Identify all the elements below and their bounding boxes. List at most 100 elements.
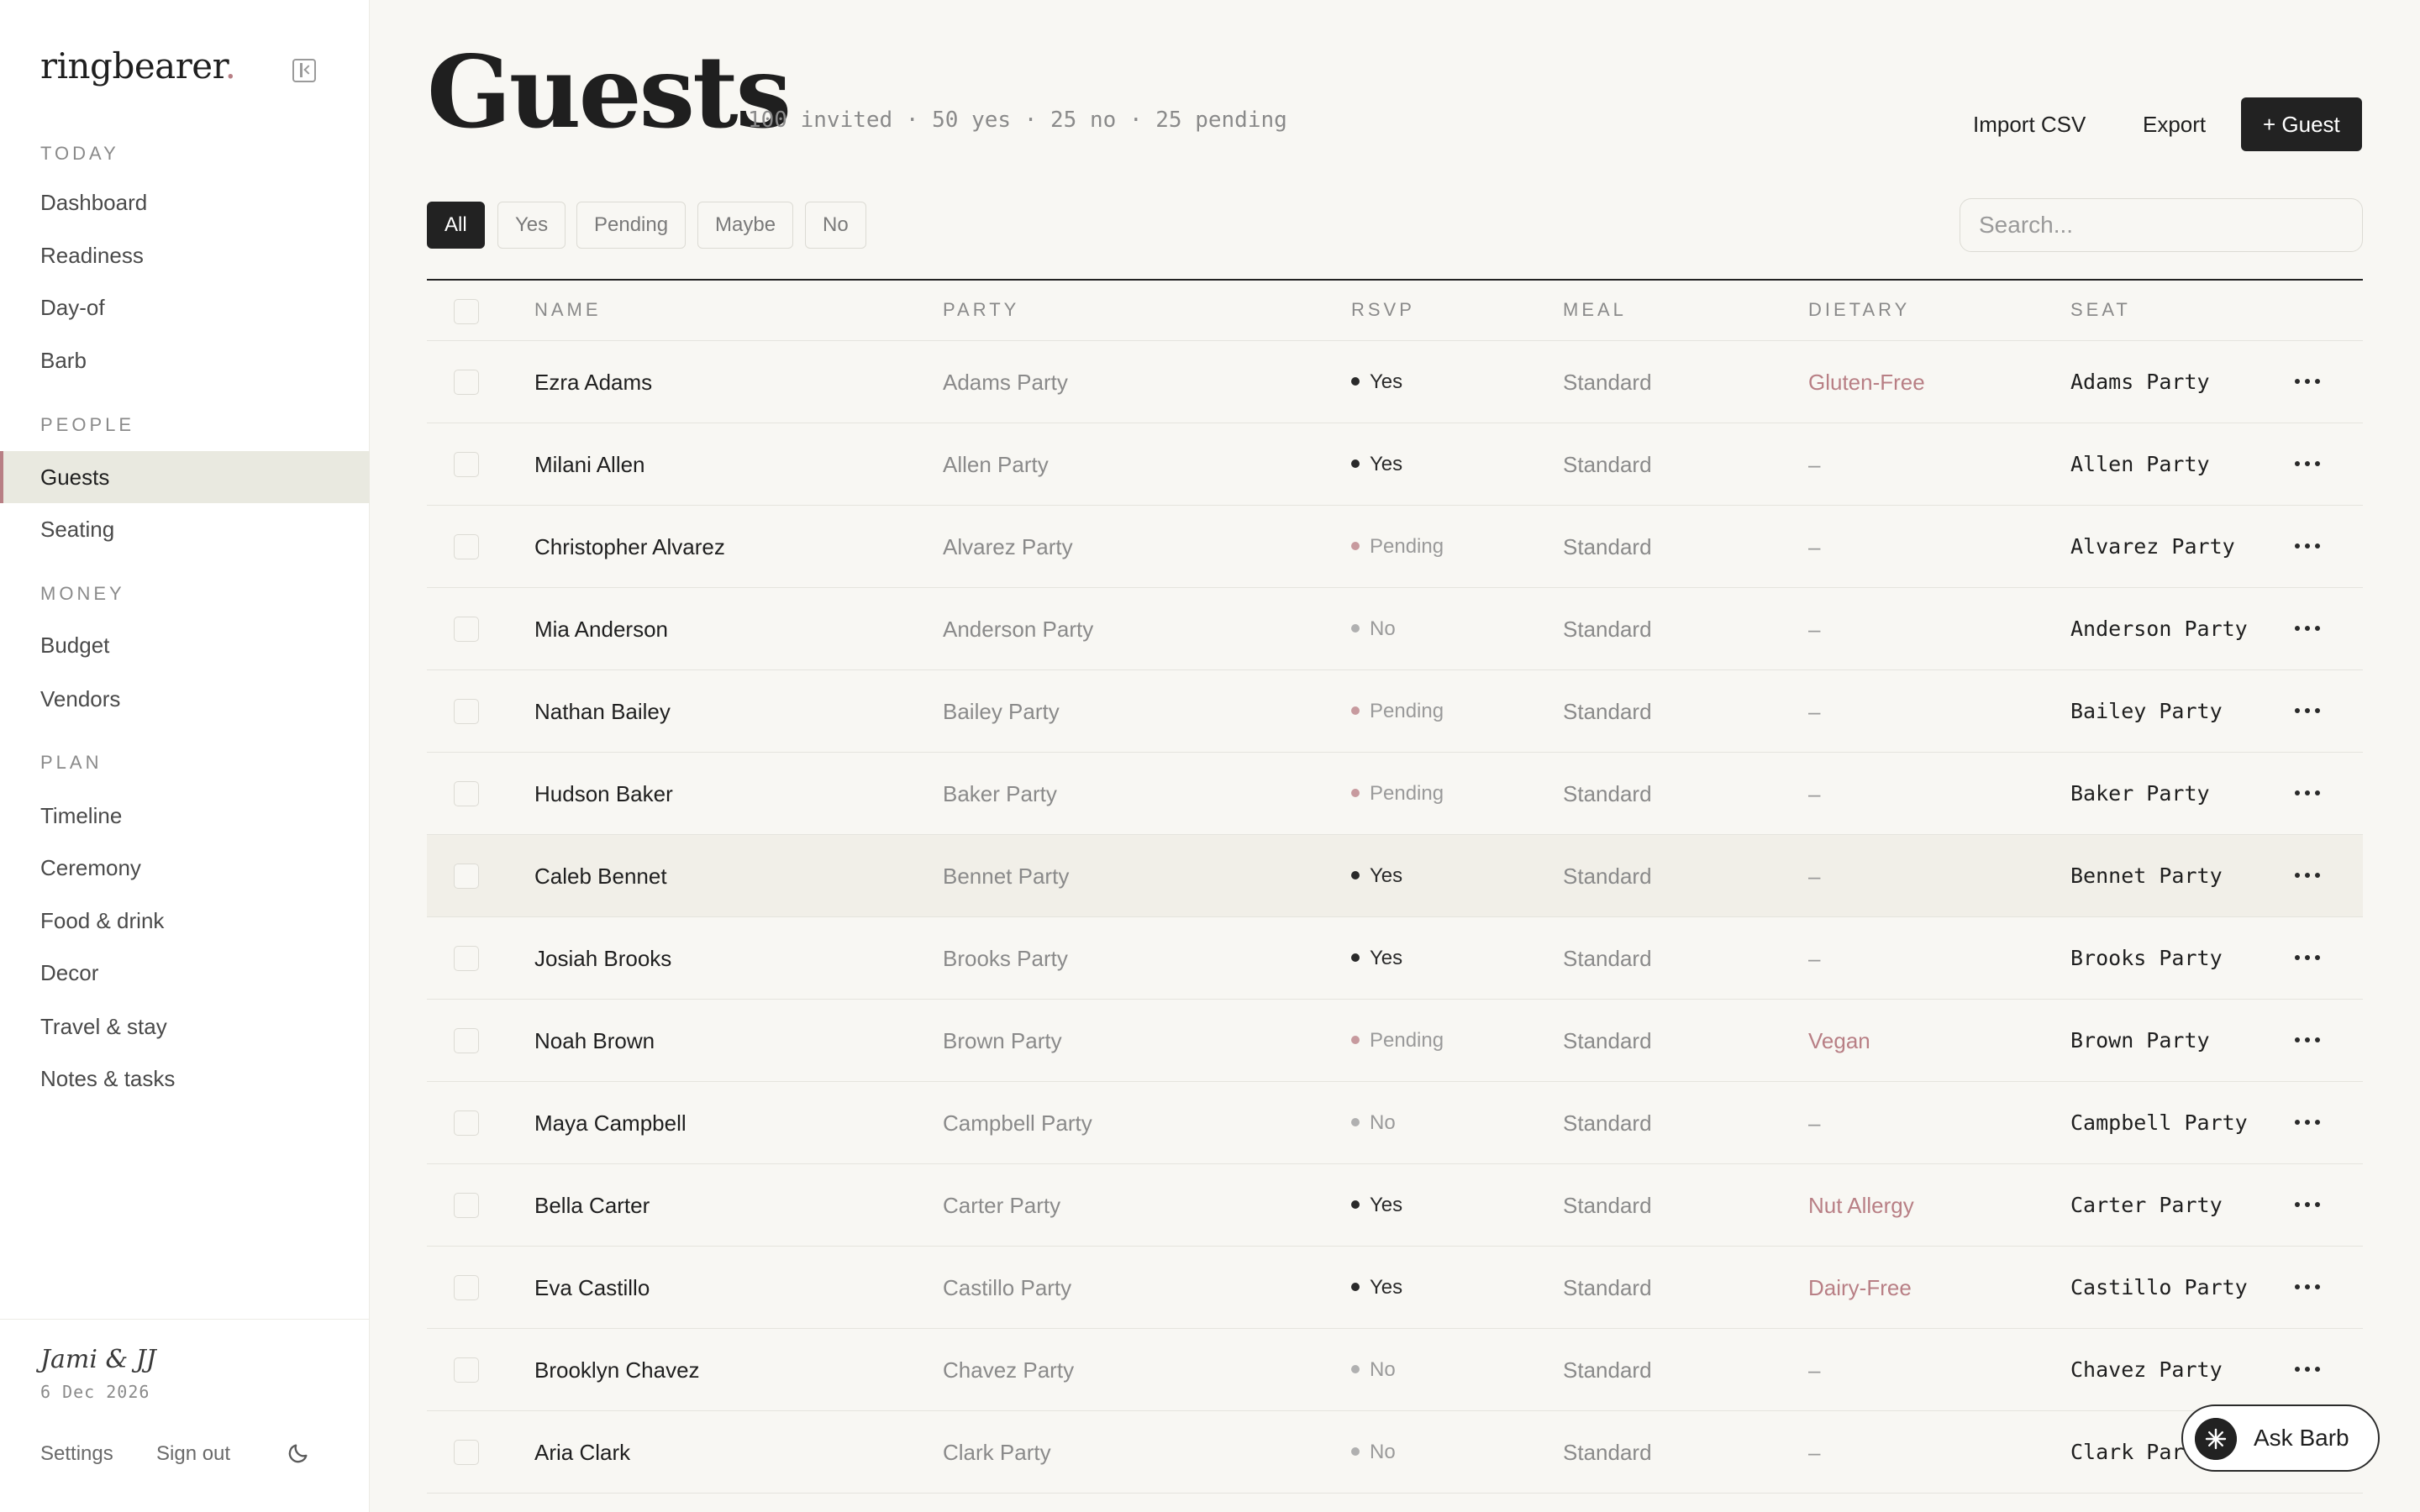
guest-name[interactable]: Ezra Adams <box>534 341 652 423</box>
row-checkbox[interactable] <box>454 1357 479 1383</box>
row-checkbox[interactable] <box>454 534 479 559</box>
settings-link[interactable]: Settings <box>40 1442 113 1466</box>
table-row[interactable]: Eva Castillo Castillo Party Yes Standard Dai… <box>427 1247 2363 1329</box>
sidebar-item-dashboard[interactable]: Dashboard <box>0 176 370 228</box>
table-row[interactable]: Christopher Alvarez Alvarez Party Pending S… <box>427 506 2363 588</box>
row-checkbox[interactable] <box>454 781 479 806</box>
column-header-meal[interactable]: MEAL <box>1563 299 1627 321</box>
more-horizontal-icon[interactable] <box>2295 1120 2320 1126</box>
row-checkbox[interactable] <box>454 370 479 395</box>
rsvp-status[interactable]: Yes <box>1351 835 1402 917</box>
row-checkbox[interactable] <box>454 617 479 642</box>
guest-name[interactable]: Aria Clark <box>534 1411 630 1494</box>
more-horizontal-icon[interactable] <box>2295 955 2320 962</box>
filter-all[interactable]: All <box>427 202 485 249</box>
rsvp-status[interactable]: Pending <box>1351 506 1444 588</box>
column-header-name[interactable]: NAME <box>534 299 602 321</box>
rsvp-status[interactable]: Pending <box>1351 670 1444 753</box>
import-csv-button[interactable]: Import CSV <box>1949 97 2109 151</box>
row-checkbox[interactable] <box>454 699 479 724</box>
rsvp-status[interactable]: No <box>1351 588 1396 670</box>
row-checkbox[interactable] <box>454 1440 479 1465</box>
filter-pending[interactable]: Pending <box>576 202 687 249</box>
sidebar-item-timeline[interactable]: Timeline <box>0 790 370 842</box>
sign-out-link[interactable]: Sign out <box>156 1442 230 1466</box>
more-horizontal-icon[interactable] <box>2295 790 2320 797</box>
rsvp-status[interactable]: Yes <box>1351 1247 1402 1329</box>
search-input[interactable] <box>1960 198 2363 252</box>
row-checkbox[interactable] <box>454 864 479 889</box>
export-button[interactable]: Export <box>2119 97 2229 151</box>
sidebar-item-travel-stay[interactable]: Travel & stay <box>0 1000 370 1053</box>
sidebar-collapse-icon[interactable] <box>292 59 316 82</box>
select-all-checkbox[interactable] <box>454 299 479 324</box>
column-header-rsvp[interactable]: RSVP <box>1351 299 1415 321</box>
table-row[interactable]: Mia Anderson Anderson Party No Standard – And… <box>427 588 2363 670</box>
rsvp-status[interactable]: Yes <box>1351 1164 1402 1247</box>
guest-name[interactable]: Mia Anderson <box>534 588 668 670</box>
rsvp-status[interactable]: Yes <box>1351 341 1402 423</box>
guest-name[interactable]: Bella Carter <box>534 1164 650 1247</box>
table-row[interactable]: Ezra Adams Adams Party Yes Standard Gluten-F… <box>427 341 2363 423</box>
row-checkbox[interactable] <box>454 452 479 477</box>
table-row[interactable]: Aria Clark Clark Party No Standard – Clark Pa… <box>427 1411 2363 1494</box>
more-horizontal-icon[interactable] <box>2295 1284 2320 1291</box>
sidebar-item-seating[interactable]: Seating <box>0 503 370 555</box>
more-horizontal-icon[interactable] <box>2295 543 2320 550</box>
more-horizontal-icon[interactable] <box>2295 1202 2320 1209</box>
column-header-dietary[interactable]: DIETARY <box>1808 299 1910 321</box>
column-header-seat[interactable]: SEAT <box>2070 299 2131 321</box>
add-guest-button[interactable]: + Guest <box>2241 97 2362 151</box>
guest-name[interactable]: Milani Allen <box>534 423 645 506</box>
sidebar-item-guests[interactable]: Guests <box>0 451 370 503</box>
row-checkbox[interactable] <box>454 946 479 971</box>
rsvp-status[interactable]: Pending <box>1351 753 1444 835</box>
ask-barb-button[interactable]: Ask Barb <box>2181 1404 2380 1472</box>
more-horizontal-icon[interactable] <box>2295 379 2320 386</box>
rsvp-status[interactable]: Pending <box>1351 1000 1444 1082</box>
filter-yes[interactable]: Yes <box>497 202 566 249</box>
sidebar-item-barb[interactable]: Barb <box>0 334 370 386</box>
filter-maybe[interactable]: Maybe <box>697 202 794 249</box>
table-row[interactable]: Noah Brown Brown Party Pending Standard Vega… <box>427 1000 2363 1082</box>
row-checkbox[interactable] <box>454 1193 479 1218</box>
more-horizontal-icon[interactable] <box>2295 1367 2320 1373</box>
more-horizontal-icon[interactable] <box>2295 708 2320 715</box>
sidebar-item-ceremony[interactable]: Ceremony <box>0 842 370 894</box>
more-horizontal-icon[interactable] <box>2295 626 2320 633</box>
sidebar-item-food-drink[interactable]: Food & drink <box>0 895 370 947</box>
guest-name[interactable]: Noah Brown <box>534 1000 655 1082</box>
sidebar-item-day-of[interactable]: Day-of <box>0 281 370 333</box>
rsvp-status[interactable]: Yes <box>1351 423 1402 506</box>
row-checkbox[interactable] <box>454 1110 479 1136</box>
sidebar-item-readiness[interactable]: Readiness <box>0 229 370 281</box>
guest-name[interactable]: Caleb Bennet <box>534 835 667 917</box>
table-row[interactable]: Hudson Baker Baker Party Pending Standard – B… <box>427 753 2363 835</box>
more-horizontal-icon[interactable] <box>2295 1037 2320 1044</box>
table-row[interactable]: Maya Campbell Campbell Party No Standard – Ca… <box>427 1082 2363 1164</box>
sidebar-item-vendors[interactable]: Vendors <box>0 673 370 725</box>
more-horizontal-icon[interactable] <box>2295 873 2320 879</box>
moon-icon[interactable] <box>287 1441 310 1465</box>
guest-name[interactable]: Nathan Bailey <box>534 670 671 753</box>
column-header-party[interactable]: PARTY <box>943 299 1019 321</box>
table-row[interactable]: Milani Allen Allen Party Yes Standard – Allen… <box>427 423 2363 506</box>
rsvp-status[interactable]: No <box>1351 1329 1396 1411</box>
rsvp-status[interactable]: Yes <box>1351 917 1402 1000</box>
table-row[interactable]: Brooklyn Chavez Chavez Party No Standard – Ch… <box>427 1329 2363 1411</box>
table-row[interactable]: Josiah Brooks Brooks Party Yes Standard – Bro… <box>427 917 2363 1000</box>
guest-name[interactable]: Hudson Baker <box>534 753 673 835</box>
sidebar-item-notes-tasks[interactable]: Notes & tasks <box>0 1053 370 1105</box>
table-row[interactable]: Caleb Bennet Bennet Party Yes Standard – Benn… <box>427 835 2363 917</box>
guest-name[interactable]: Josiah Brooks <box>534 917 671 1000</box>
more-horizontal-icon[interactable] <box>2295 461 2320 468</box>
guest-name[interactable]: Eva Castillo <box>534 1247 650 1329</box>
brand-logo[interactable]: ringbearer. <box>40 45 236 87</box>
table-row[interactable]: Bella Carter Carter Party Yes Standard Nut A… <box>427 1164 2363 1247</box>
rsvp-status[interactable]: No <box>1351 1411 1396 1494</box>
row-checkbox[interactable] <box>454 1028 479 1053</box>
guest-name[interactable]: Christopher Alvarez <box>534 506 725 588</box>
row-checkbox[interactable] <box>454 1275 479 1300</box>
sidebar-item-decor[interactable]: Decor <box>0 947 370 999</box>
rsvp-status[interactable]: No <box>1351 1082 1396 1164</box>
